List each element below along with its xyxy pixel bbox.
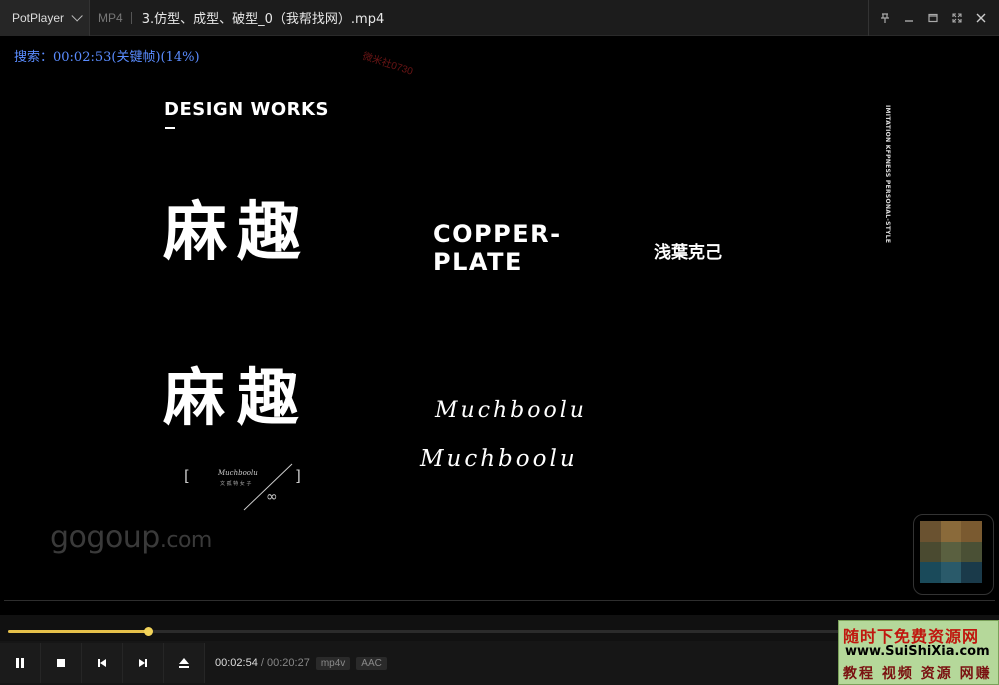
maximize-button[interactable] bbox=[921, 6, 945, 30]
maqu-logo-sans: 麻趣 bbox=[163, 196, 311, 270]
pause-icon bbox=[16, 658, 24, 668]
copperplate-line2: PLATE bbox=[433, 248, 523, 276]
app-name: PotPlayer bbox=[12, 10, 65, 25]
stop-button[interactable] bbox=[41, 643, 82, 683]
next-icon bbox=[139, 659, 147, 667]
stamp-text: 微米社0730 bbox=[360, 51, 415, 78]
minimize-button[interactable] bbox=[897, 6, 921, 30]
eject-icon bbox=[179, 658, 189, 668]
seek-handle[interactable] bbox=[143, 627, 153, 636]
close-icon bbox=[976, 13, 986, 23]
format-label: MP4 bbox=[98, 10, 123, 25]
infinity-mark: ∞ bbox=[266, 489, 278, 505]
gogoup-name: gogoup bbox=[50, 520, 160, 555]
minimize-icon bbox=[905, 20, 913, 22]
audio-codec-badge: AAC bbox=[356, 656, 387, 670]
video-border bbox=[4, 600, 995, 601]
pin-button[interactable] bbox=[873, 6, 897, 30]
qianye-text: 浅葉克己 bbox=[654, 243, 722, 263]
copperplate-line1: COPPER- bbox=[433, 220, 562, 248]
eject-button[interactable] bbox=[164, 643, 205, 683]
app-menu-button[interactable]: PotPlayer bbox=[0, 0, 91, 36]
fullscreen-icon bbox=[952, 13, 962, 23]
window-title: 3.仿型、成型、破型_0（我帮找网）.mp4 bbox=[141, 12, 385, 27]
title-bar: PotPlayer MP4 3.仿型、成型、破型_0（我帮找网）.mp4 bbox=[0, 0, 999, 36]
next-button[interactable] bbox=[123, 643, 164, 683]
chevron-down-icon bbox=[71, 9, 83, 22]
design-works-heading: DESIGN WORKS bbox=[164, 99, 329, 120]
maximize-icon bbox=[928, 13, 938, 23]
vertical-caption: IMITATION KFPNESS PERSONAL-STYLE bbox=[884, 105, 891, 244]
muchboolu-text-2: Muchboolu bbox=[420, 446, 578, 472]
site-watermark: 随时下免费资源网 www.SuiShiXia.com 教程 视频 资源 网赚 bbox=[838, 620, 999, 685]
video-codec-badge: mp4v bbox=[315, 656, 351, 670]
previous-icon bbox=[98, 659, 106, 667]
watermark-line3: 教程 视频 资源 网赚 bbox=[843, 666, 992, 682]
gogoup-domain: .com bbox=[159, 528, 212, 553]
muchboolu-text-1: Muchboolu bbox=[435, 398, 587, 423]
previous-button[interactable] bbox=[82, 643, 123, 683]
webcam-overlay bbox=[913, 514, 994, 595]
copperplate-logo: COPPER- PLATE bbox=[433, 220, 562, 276]
gogoup-watermark: gogoup.com bbox=[50, 520, 212, 555]
pixelated-face bbox=[920, 521, 982, 583]
stop-icon bbox=[57, 659, 65, 667]
window-controls bbox=[868, 0, 993, 36]
bracket-left: [ bbox=[184, 467, 190, 485]
time-display: 00:02:54 / 00:20:27 bbox=[215, 657, 310, 669]
bracket-right: ] bbox=[295, 467, 301, 485]
total-time: 00:20:27 bbox=[267, 657, 310, 669]
pause-button[interactable] bbox=[0, 643, 41, 683]
pin-icon bbox=[881, 13, 889, 23]
heading-dash bbox=[165, 127, 175, 129]
close-button[interactable] bbox=[969, 6, 993, 30]
seek-osd: 搜索：00:02:53(关键帧)(14%) bbox=[14, 50, 200, 65]
video-area[interactable]: 搜索：00:02:53(关键帧)(14%) 微米社0730 DESIGN WOR… bbox=[0, 37, 999, 600]
seek-progress-fill bbox=[8, 630, 148, 633]
maqu-logo-serif: 麻趣 bbox=[163, 361, 312, 434]
watermark-line2: www.SuiShiXia.com bbox=[845, 644, 990, 659]
fullscreen-button[interactable] bbox=[945, 6, 969, 30]
time-divider: / bbox=[257, 657, 267, 669]
current-time: 00:02:54 bbox=[215, 657, 258, 669]
